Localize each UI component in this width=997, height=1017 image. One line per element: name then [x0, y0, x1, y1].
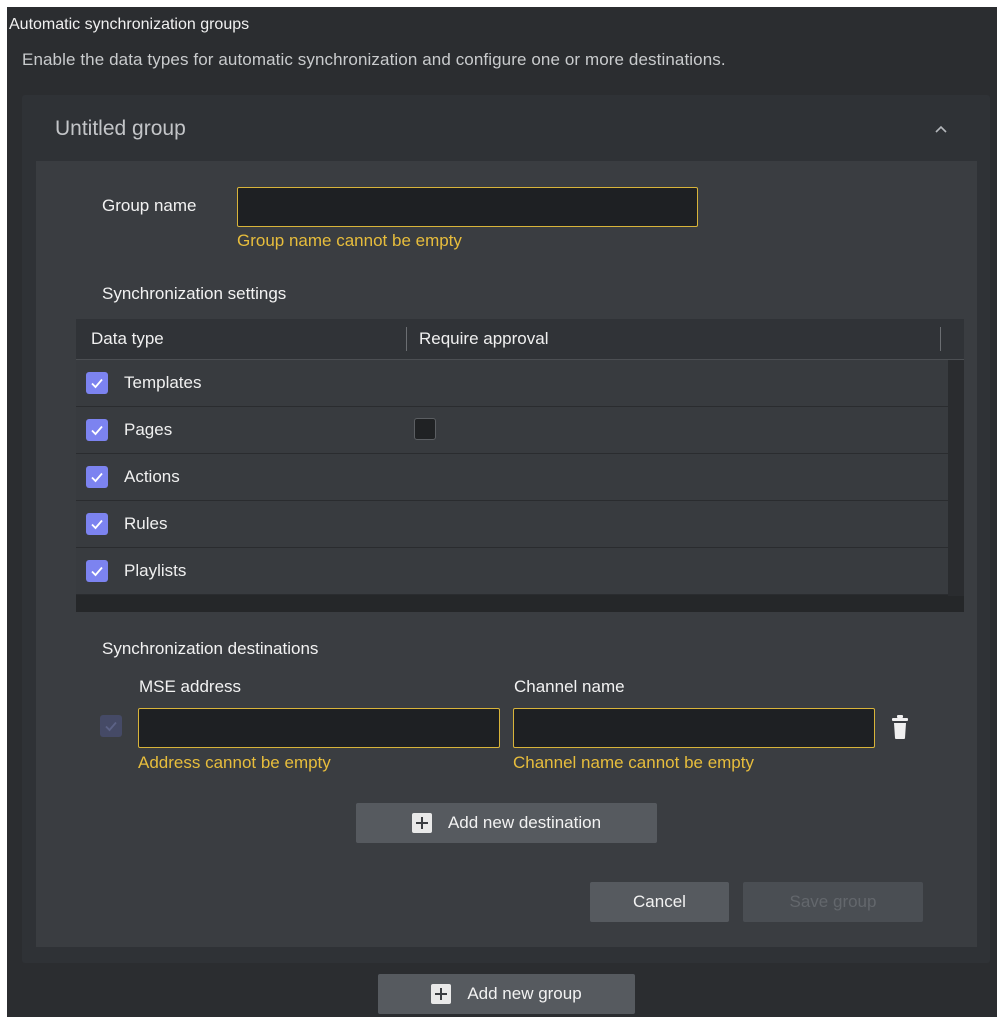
column-header-require-approval[interactable]: Require approval [419, 329, 548, 349]
mse-address-input[interactable] [138, 708, 500, 748]
data-type-label: Actions [124, 467, 180, 486]
data-type-label: Rules [124, 514, 168, 533]
data-type-label: Templates [124, 373, 202, 392]
group-name-error: Group name cannot be empty [237, 231, 462, 250]
data-type-label: Pages [124, 420, 173, 439]
sync-groups-panel: Automatic synchronization groups Enable … [7, 7, 997, 1017]
table-scrollbar[interactable] [948, 360, 964, 596]
data-type-checkbox[interactable] [86, 372, 108, 394]
save-group-button[interactable]: Save group [743, 882, 923, 922]
cancel-button[interactable]: Cancel [590, 882, 729, 922]
check-icon [105, 721, 117, 732]
page-subtitle: Enable the data types for automatic sync… [22, 50, 726, 69]
data-type-label: Playlists [124, 561, 187, 580]
table-row: Playlists [76, 548, 948, 595]
group-title: Untitled group [55, 117, 186, 140]
table-row: Rules [76, 501, 948, 548]
mse-address-label: MSE address [139, 677, 242, 696]
table-header: Data type Require approval [76, 319, 964, 360]
check-icon [91, 519, 103, 530]
address-error: Address cannot be empty [138, 753, 331, 772]
data-type-checkbox[interactable] [86, 560, 108, 582]
destination-enabled-checkbox[interactable] [100, 715, 122, 737]
require-approval-checkbox[interactable] [414, 418, 436, 440]
check-icon [91, 378, 103, 389]
group-name-label: Group name [102, 196, 197, 215]
page-title: Automatic synchronization groups [9, 16, 250, 33]
channel-name-input[interactable] [513, 708, 875, 748]
plus-icon [431, 984, 452, 1004]
check-icon [91, 425, 103, 436]
table-body: Templates Pages Actions Rules Playlists [76, 360, 948, 596]
data-type-checkbox[interactable] [86, 419, 108, 441]
trash-icon[interactable] [891, 714, 909, 740]
column-header-data-type[interactable]: Data type [91, 329, 164, 349]
add-destination-button[interactable]: Add new destination [356, 803, 657, 843]
group-header[interactable]: Untitled group [22, 95, 990, 161]
column-divider[interactable] [406, 327, 407, 351]
column-divider[interactable] [940, 327, 941, 351]
plus-icon [411, 813, 432, 833]
sync-settings-label: Synchronization settings [102, 284, 287, 303]
table-row: Pages [76, 407, 948, 454]
data-type-table: Data type Require approval Templates Page… [76, 319, 964, 612]
sync-destinations-label: Synchronization destinations [102, 639, 319, 658]
data-type-checkbox[interactable] [86, 466, 108, 488]
group-name-input[interactable] [237, 187, 698, 227]
group-body: Group name Group name cannot be empty Sy… [36, 161, 977, 947]
add-destination-label: Add new destination [447, 813, 602, 832]
table-row: Actions [76, 454, 948, 501]
channel-name-label: Channel name [514, 677, 625, 696]
check-icon [91, 472, 103, 483]
chevron-up-icon[interactable] [933, 121, 949, 137]
group-panel: Untitled group Group name Group name can… [22, 95, 990, 963]
add-group-button[interactable]: Add new group [378, 974, 635, 1014]
check-icon [91, 566, 103, 577]
data-type-checkbox[interactable] [86, 513, 108, 535]
table-row: Templates [76, 360, 948, 407]
add-group-label: Add new group [467, 984, 582, 1003]
channel-name-error: Channel name cannot be empty [513, 753, 754, 772]
